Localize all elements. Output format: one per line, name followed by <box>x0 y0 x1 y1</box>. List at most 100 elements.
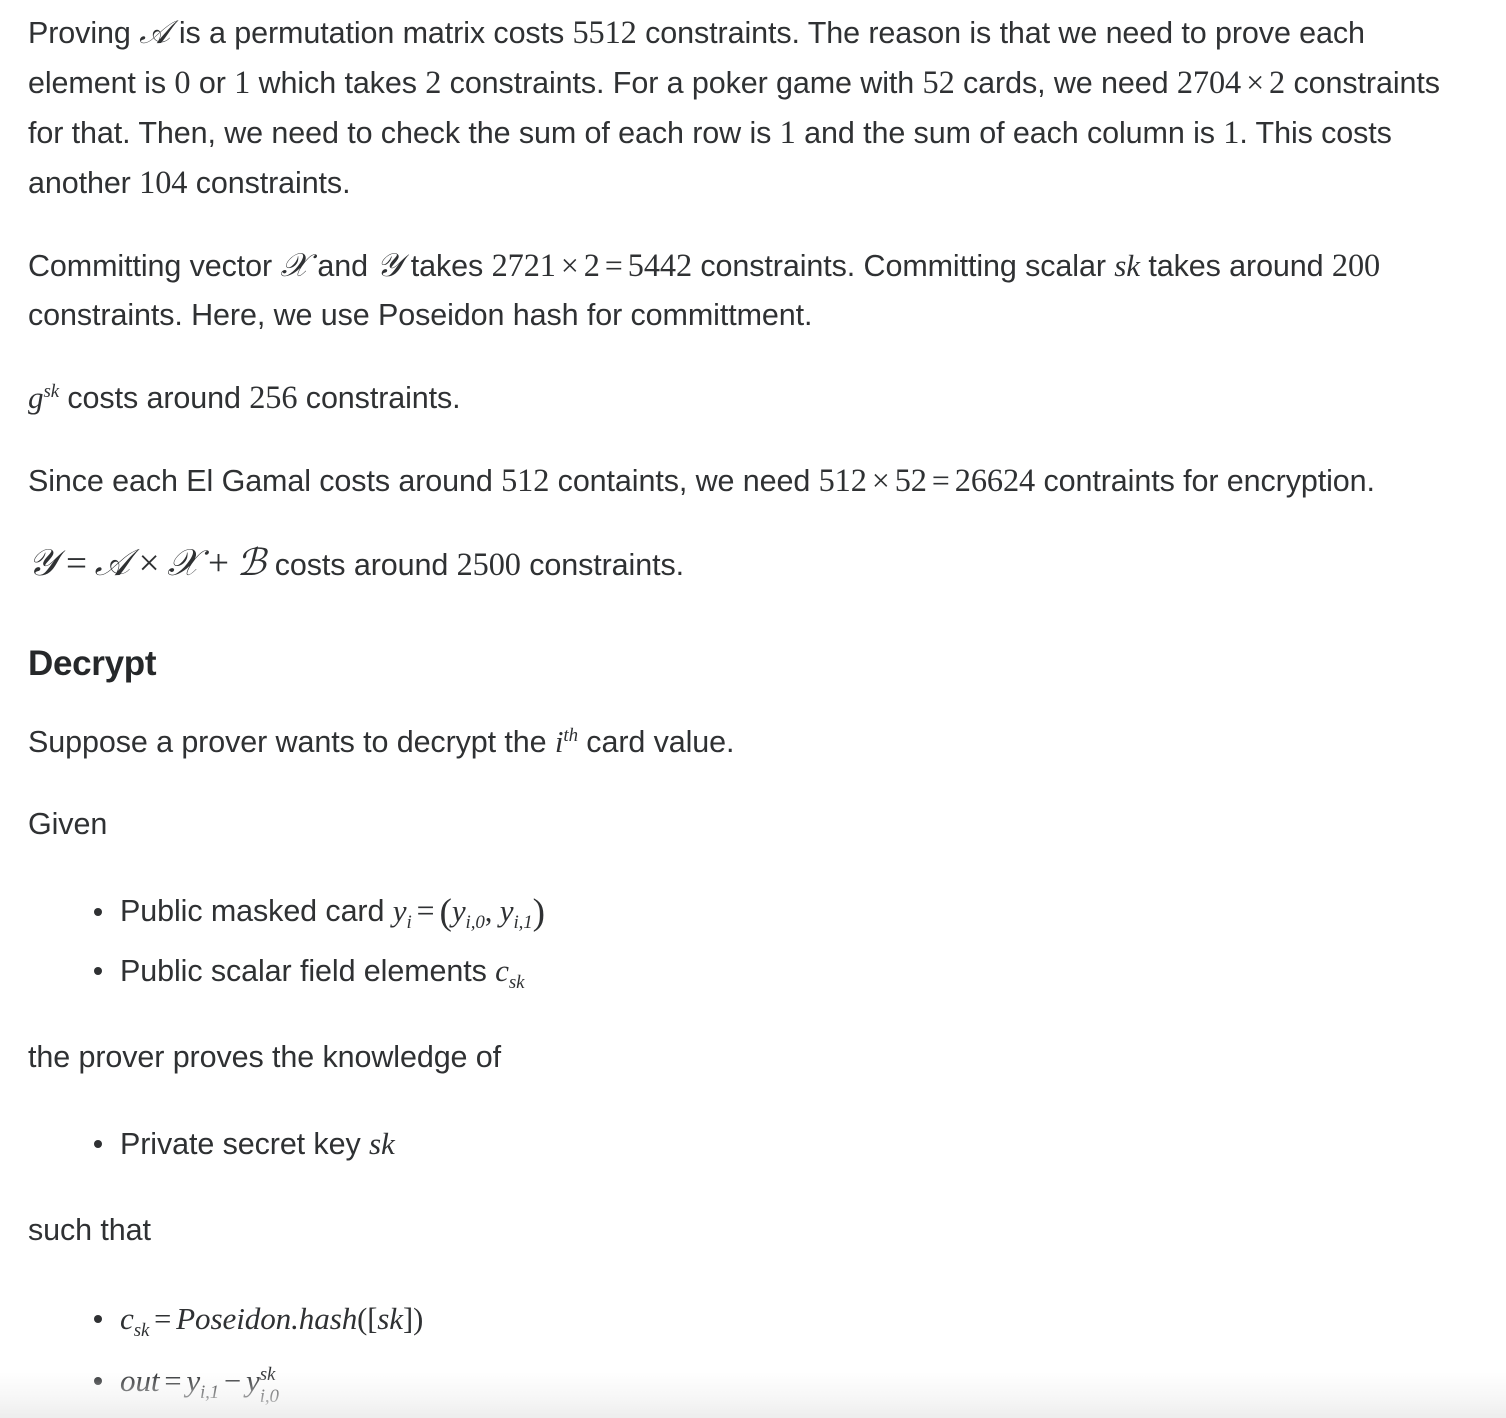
paragraph-decrypt-intro: Suppose a prover wants to decrypt the it… <box>28 717 1470 767</box>
list-item: Private secret key sk <box>28 1115 1470 1173</box>
text-run: takes <box>402 249 492 283</box>
text-run: Committing vector <box>28 249 281 283</box>
math-c-subscript: sk <box>508 972 525 994</box>
text-run: or <box>190 66 235 100</box>
math-y: y <box>392 893 407 928</box>
number-200: 200 <box>1331 247 1381 283</box>
comma-separator: , <box>484 894 500 928</box>
text-run: containts, we need <box>549 464 819 498</box>
math-y1-subscript: i,1 <box>513 912 533 934</box>
paragraph-committing-vectors: Committing vector 𝒳 and 𝒴 takes 2721 × 2 = 5… <box>28 241 1470 340</box>
list-item-label: Public scalar field elements <box>120 953 496 988</box>
text-run: constraints. <box>187 166 351 200</box>
math-y1: y <box>499 893 514 928</box>
paragraph-g-sk-cost: gsk costs around 256 constraints. <box>28 373 1470 423</box>
text-run: costs around <box>266 548 457 582</box>
text-run: costs around <box>59 381 250 415</box>
number-512-second: 512 <box>818 462 867 498</box>
text-run: constraints. Here, we use Poseidon hash … <box>28 298 813 332</box>
text-run: Suppose a prover wants to decrypt the <box>28 725 555 759</box>
math-g-superscript: sk <box>43 380 60 402</box>
text-run: constraints. Committing scalar <box>692 249 1115 283</box>
math-script-A: 𝒜 <box>139 13 171 51</box>
open-paren: ( <box>439 891 452 933</box>
text-run: constraints. <box>297 381 461 415</box>
number-52: 52 <box>894 462 927 498</box>
text-run: card value. <box>577 725 735 759</box>
math-sk: sk <box>1114 248 1140 283</box>
math-c: c <box>495 952 509 988</box>
number-2: 2 <box>425 64 442 100</box>
math-sk: sk <box>368 1125 395 1161</box>
close-paren: ) <box>413 1301 424 1336</box>
open-bracket: [ <box>367 1301 378 1336</box>
number-5512: 5512 <box>572 14 637 50</box>
times-operator: × <box>560 248 579 283</box>
number-104: 104 <box>139 164 188 200</box>
math-script-Y: 𝒴 <box>28 543 58 584</box>
math-y0: y <box>246 1362 260 1398</box>
label-prover-proves-knowledge: the prover proves the knowledge of <box>28 1039 502 1074</box>
math-ordinal-th: th <box>563 724 578 746</box>
number-52: 52 <box>922 64 955 100</box>
number-0: 0 <box>174 64 191 100</box>
times-operator: × <box>136 543 162 584</box>
text-run: takes around <box>1140 249 1332 283</box>
equals-operator: = <box>931 463 950 498</box>
math-c: c <box>120 1300 134 1336</box>
text-run: which takes <box>250 66 426 100</box>
math-function-poseidon-hash: Poseidon.hash <box>176 1300 358 1336</box>
math-out: out <box>120 1362 160 1398</box>
text-run: cards, we need <box>954 66 1177 100</box>
minus-operator: − <box>224 1363 242 1398</box>
list-item: Public masked card yi = (yi,0, yi,1) <box>28 882 1470 942</box>
label-given: Given <box>28 807 108 841</box>
equals-operator: = <box>63 543 89 584</box>
text-run: contraints for encryption. <box>1035 464 1375 498</box>
math-y0: y <box>451 893 466 928</box>
close-paren: ) <box>532 891 545 933</box>
text-run: constraints. <box>520 548 684 582</box>
number-2: 2 <box>583 247 600 283</box>
math-y1-subscript: i,1 <box>200 1382 220 1404</box>
plus-operator: + <box>205 543 231 584</box>
number-5442: 5442 <box>627 247 693 283</box>
text-run: Proving <box>28 16 140 50</box>
list-item: out = yi,1− y sk i,0 <box>28 1350 1470 1412</box>
number-2704: 2704 <box>1176 64 1242 100</box>
given-list: Public masked card yi = (yi,0, yi,1) Publi… <box>28 882 1470 1000</box>
text-run: constraints. For a poker game with <box>441 66 923 100</box>
equals-operator: = <box>416 893 435 928</box>
number-512: 512 <box>501 462 550 498</box>
paragraph-permutation-cost: Proving 𝒜 is a permutation matrix costs … <box>28 8 1470 208</box>
number-26624: 26624 <box>954 462 1036 498</box>
number-1-third: 1 <box>1223 114 1240 150</box>
list-item-label: Private secret key <box>120 1126 369 1161</box>
math-g: g <box>28 380 44 415</box>
close-bracket: ] <box>403 1301 414 1336</box>
math-script-B: ℬ <box>236 543 267 584</box>
paragraph-matrix-equation-cost: 𝒴 = 𝒜 × 𝒳 + ℬ costs around 2500 constraints. <box>28 539 1470 590</box>
math-sk: sk <box>377 1300 404 1336</box>
paragraph-elgamal-encryption-cost: Since each El Gamal costs around 512 con… <box>28 456 1470 506</box>
number-256: 256 <box>249 379 298 415</box>
such-that-list: csk = Poseidon.hash([sk]) out = yi,1− y sk i,0 <box>28 1288 1470 1412</box>
number-1-second: 1 <box>779 114 796 150</box>
knowledge-list: Private secret key sk <box>28 1115 1470 1173</box>
open-paren: ( <box>357 1301 368 1336</box>
number-2500: 2500 <box>456 546 521 582</box>
text-run: and <box>309 249 377 283</box>
times-operator: × <box>871 463 890 498</box>
math-script-A: 𝒜 <box>94 543 131 584</box>
document-page: Proving 𝒜 is a permutation matrix costs … <box>0 0 1506 1418</box>
math-y0-subscript: i,0 <box>465 912 485 934</box>
equals-operator: = <box>164 1363 182 1398</box>
math-script-Y: 𝒴 <box>376 246 403 284</box>
math-script-X: 𝒳 <box>167 543 200 584</box>
equals-operator: = <box>604 248 623 283</box>
math-y-subscript: i <box>406 912 412 934</box>
list-item: Public scalar field elements csk <box>28 942 1470 1000</box>
math-c-subscript: sk <box>133 1320 150 1342</box>
list-item: csk = Poseidon.hash([sk]) <box>28 1288 1470 1350</box>
equals-operator: = <box>154 1301 172 1336</box>
